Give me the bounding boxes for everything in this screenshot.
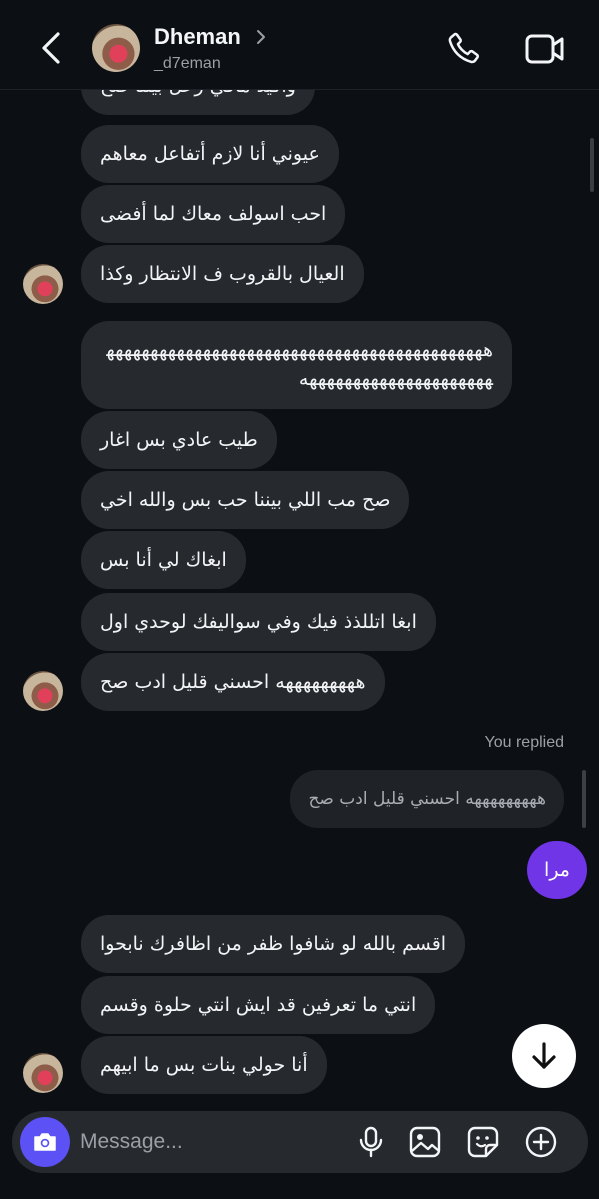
camera-button[interactable]	[20, 1117, 70, 1167]
image-icon[interactable]	[408, 1125, 442, 1159]
sent-message[interactable]: مرا	[527, 841, 587, 899]
arrow-down-icon	[532, 1042, 556, 1069]
video-call-button[interactable]	[524, 31, 566, 67]
scroll-to-bottom-button[interactable]	[512, 1024, 576, 1088]
contact-username: _d7eman	[154, 55, 221, 72]
chevron-left-icon	[42, 32, 60, 64]
sender-avatar[interactable]	[23, 264, 63, 304]
reply-indicator-bar	[582, 770, 586, 828]
message-composer	[12, 1111, 588, 1173]
message-input[interactable]	[80, 1123, 340, 1161]
received-message[interactable]: اقسم بالله لو شافوا ظفر من اظافرك نابحوا	[81, 915, 466, 973]
received-message[interactable]: صح مب اللي بيننا حب بس والله اخي	[81, 471, 410, 529]
message-thread[interactable]: واكيد مافي زعل بيننا صح عيوني أنا لازم أ…	[0, 90, 599, 1105]
back-button[interactable]	[34, 28, 70, 68]
phone-icon	[448, 32, 480, 64]
received-message[interactable]: هههههههههه احسني قليل ادب صح	[81, 653, 385, 711]
sender-avatar[interactable]	[23, 1053, 63, 1093]
received-message[interactable]: انتي ما تعرفين قد ايش انتي حلوة وقسم	[81, 976, 436, 1034]
received-message[interactable]: أنا حولي بنات بس ما ابيهم	[81, 1036, 327, 1094]
quoted-reply[interactable]: هههههههههه احسني قليل ادب صح	[290, 770, 564, 828]
sender-avatar[interactable]	[23, 671, 63, 711]
received-message[interactable]: احب اسولف معاك لما أفضى	[81, 185, 346, 243]
received-message[interactable]: ابغا اتللذذ فيك وفي سواليفك لوحدي اول	[81, 593, 436, 651]
scrollbar[interactable]	[590, 138, 594, 192]
received-message[interactable]: ابغاك لي أنا بس	[81, 531, 246, 589]
received-message[interactable]: طيب عادي بس اغار	[81, 411, 277, 469]
call-button[interactable]	[444, 30, 482, 68]
header-divider	[0, 89, 599, 90]
received-message[interactable]: هههههههههههههههههههههههههههههههههههههههه…	[81, 321, 512, 409]
contact-avatar[interactable]	[92, 24, 140, 72]
received-message[interactable]: العيال بالقروب ف الانتظار وكذا	[81, 245, 364, 303]
you-replied-label: You replied	[484, 734, 564, 751]
chat-header: Dheman _d7eman	[0, 0, 599, 90]
received-message[interactable]: عيوني أنا لازم أتفاعل معاهم	[81, 125, 339, 183]
received-message[interactable]: واكيد مافي زعل بيننا صح	[81, 90, 315, 115]
plus-circle-icon[interactable]	[524, 1125, 558, 1159]
video-camera-icon	[525, 34, 564, 64]
microphone-icon[interactable]	[354, 1125, 388, 1159]
chevron-right-icon	[257, 30, 265, 44]
sticker-icon[interactable]	[466, 1125, 500, 1159]
contact-name[interactable]: Dheman	[154, 24, 241, 50]
camera-icon	[34, 1133, 56, 1151]
